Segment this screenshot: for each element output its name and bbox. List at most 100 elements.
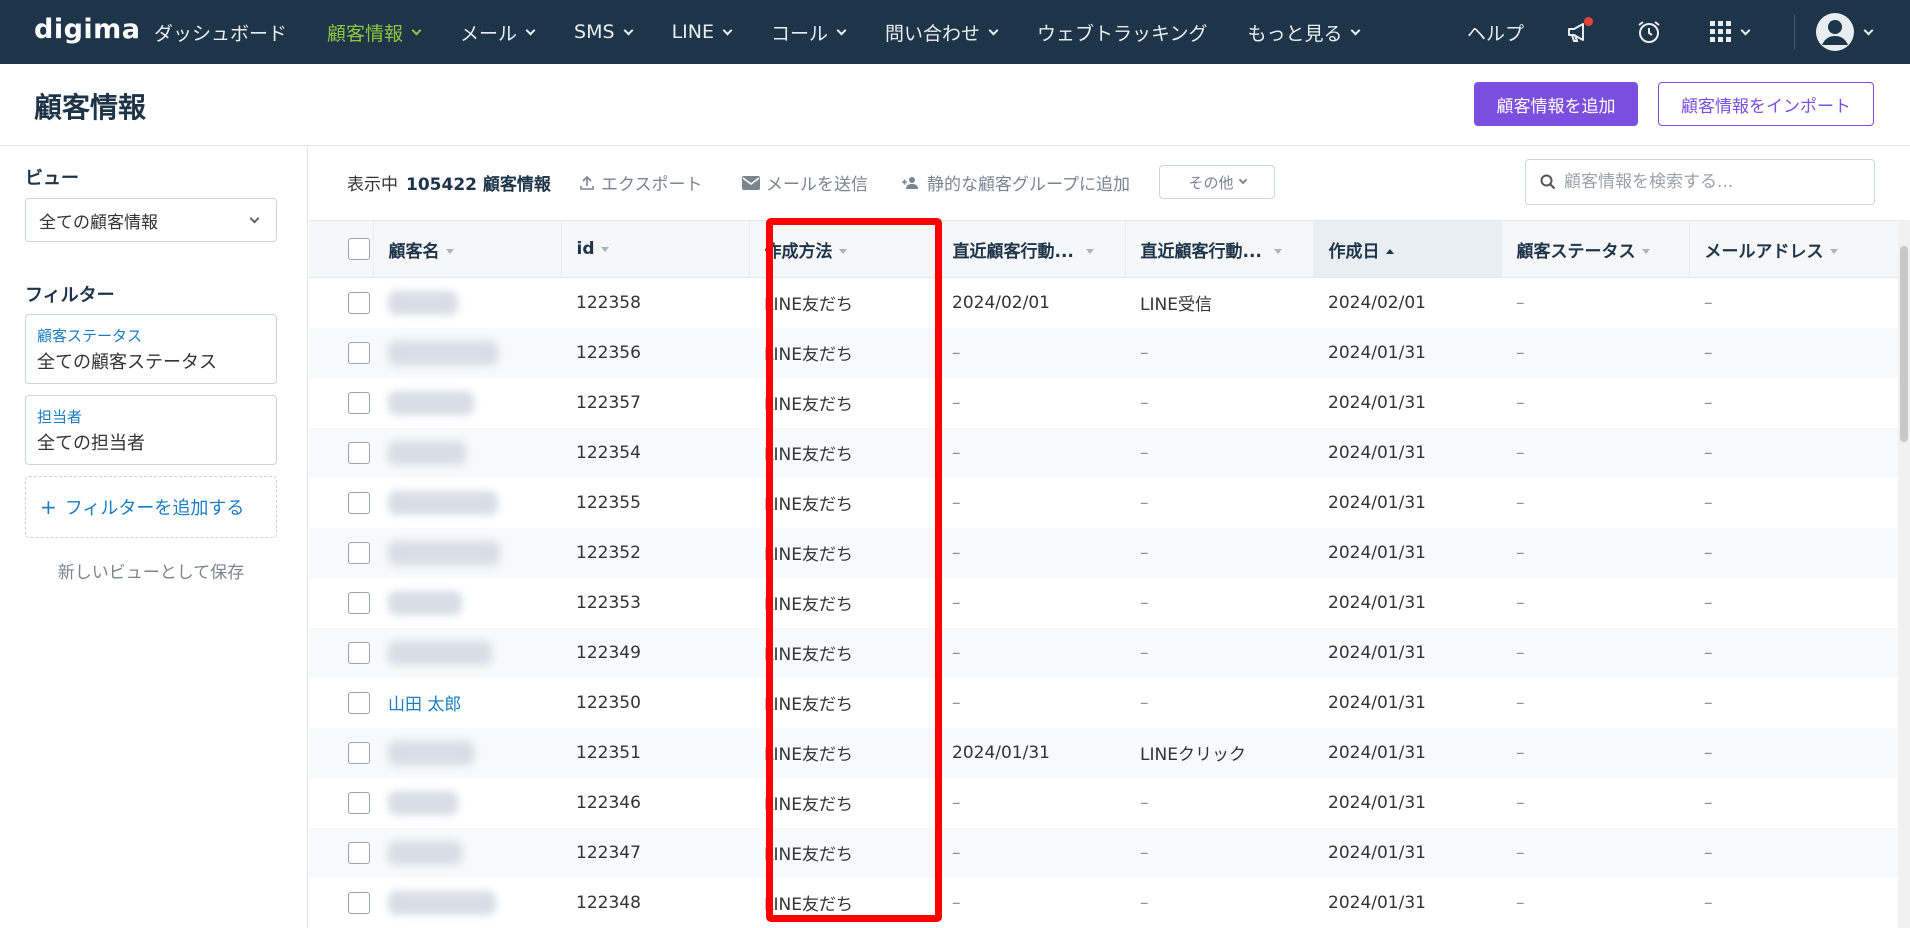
cell-name[interactable] [373,427,561,478]
add-customer-button[interactable]: 顧客情報を追加 [1474,82,1638,126]
cell-name[interactable] [373,778,561,828]
sidebar: ビュー 全ての顧客情報 フィルター 顧客ステータス 全ての顧客ステータス 担当者… [0,146,308,928]
col-header-last-action-date[interactable]: 直近顧客行動... [937,220,1126,278]
cell-last-action: – [1125,427,1313,478]
nav-item-6[interactable]: 問い合わせ [885,19,999,46]
cell-name[interactable] [373,378,561,428]
cell-id: 122350 [576,692,641,713]
nav-item-3[interactable]: SMS [574,21,634,43]
view-label: ビュー [25,168,79,189]
row-checkbox[interactable] [309,878,373,928]
row-checkbox[interactable] [309,278,373,328]
user-menu[interactable] [1815,12,1874,52]
row-checkbox[interactable] [309,327,373,378]
cell-id: 122351 [561,727,749,778]
cell-id: 122347 [561,827,749,878]
add-filter-button[interactable]: + フィルターを追加する [25,476,277,538]
col-header-created-date[interactable]: 作成日 [1313,220,1502,278]
row-checkbox[interactable] [309,578,373,628]
filter-customer-status[interactable]: 顧客ステータス 全ての顧客ステータス [25,314,277,384]
cell-email: – [1704,292,1713,313]
nav-item-5[interactable]: コール [771,19,847,46]
nav-item-0[interactable]: ダッシュボード [154,19,287,46]
filter-owner[interactable]: 担当者 全ての担当者 [25,395,277,465]
nav-item-4[interactable]: LINE [672,21,733,43]
add-to-group-button[interactable]: 静的な顧客グループに追加 [901,170,1130,195]
table-row[interactable]: 122346 LINE友だち – – 2024/01/31 – – [309,778,1901,828]
cell-name[interactable] [373,527,561,578]
cell-name[interactable] [373,878,561,928]
table-row[interactable]: 122355 LINE友だち – – 2024/01/31 – – [309,478,1901,528]
row-checkbox[interactable] [309,378,373,428]
col-header-email[interactable]: メールアドレス [1689,220,1901,278]
cell-last-action-date: – [952,392,961,413]
row-checkbox[interactable] [309,827,373,878]
save-view-link[interactable]: 新しいビューとして保存 [25,558,277,583]
col-header-name[interactable]: 顧客名 [373,220,562,278]
table-row[interactable]: 122347 LINE友だち – – 2024/01/31 – – [309,827,1901,878]
nav-item-7[interactable]: ウェブトラッキング [1037,19,1207,46]
col-header-last-action[interactable]: 直近顧客行動... [1125,220,1314,278]
cell-name[interactable]: 山田 太郎 [373,678,561,728]
search-input[interactable] [1564,172,1864,192]
table-row[interactable]: 122351 LINE友だち 2024/01/31 LINEクリック 2024/… [309,727,1901,778]
table-row[interactable]: 山田 太郎 122350 LINE友だち – – 2024/01/31 – – [309,678,1901,728]
nav-item-8[interactable]: もっと見る [1247,19,1361,46]
cell-status: – [1501,327,1689,378]
help-link[interactable]: ヘルプ [1467,19,1524,46]
table-row[interactable]: 122356 LINE友だち – – 2024/01/31 – – [309,327,1901,378]
nav-right: ヘルプ [1467,0,1910,64]
cell-last-action-date: – [952,492,961,513]
row-checkbox[interactable] [309,727,373,778]
row-checkbox[interactable] [309,678,373,728]
scrollbar-thumb[interactable] [1900,246,1908,442]
table-row[interactable]: 122353 LINE友だち – – 2024/01/31 – – [309,578,1901,628]
cell-name[interactable] [373,478,561,528]
cell-creation-method: LINE友だち [764,895,853,915]
row-checkbox[interactable] [309,778,373,828]
col-header-creation-method[interactable]: 作成方法 [749,220,938,278]
cell-last-action: – [1140,592,1149,613]
nav-item-2[interactable]: メール [460,19,536,46]
import-customer-button[interactable]: 顧客情報をインポート [1658,82,1874,126]
table-scrollbar[interactable] [1898,220,1910,928]
cell-name[interactable] [373,727,561,778]
row-checkbox[interactable] [309,478,373,528]
cell-email: – [1704,792,1713,813]
apps-grid-icon[interactable] [1704,17,1754,47]
cell-email: – [1689,427,1901,478]
table-row[interactable]: 122352 LINE友だち – – 2024/01/31 – – [309,527,1901,578]
col-header-status[interactable]: 顧客ステータス [1501,220,1690,278]
nav-item-1[interactable]: 顧客情報 [327,19,422,46]
row-checkbox[interactable] [309,427,373,478]
cell-name[interactable] [373,578,561,628]
chevron-down-icon [623,25,634,35]
customer-search[interactable] [1525,159,1875,205]
cell-name[interactable] [373,627,561,678]
digima-logo[interactable]: digima [34,14,141,45]
export-button[interactable]: エクスポート [579,170,703,195]
cell-name[interactable] [373,278,561,328]
table-row[interactable]: 122357 LINE友だち – – 2024/01/31 – – [309,378,1901,428]
chevron-down-icon [1238,175,1247,185]
more-dropdown[interactable]: その他 [1159,165,1275,199]
view-select[interactable]: 全ての顧客情報 [25,198,277,242]
cell-created-date: 2024/01/31 [1313,327,1501,378]
table-row[interactable]: 122348 LINE友だち – – 2024/01/31 – – [309,878,1901,928]
megaphone-icon[interactable] [1564,17,1594,47]
select-all-checkbox[interactable] [309,220,374,278]
row-checkbox[interactable] [309,627,373,678]
col-header-id[interactable]: id [561,220,750,278]
table-row[interactable]: 122354 LINE友だち – – 2024/01/31 – – [309,427,1901,478]
table-row[interactable]: 122349 LINE友だち – – 2024/01/31 – – [309,627,1901,678]
cell-name[interactable] [373,327,561,378]
cell-name[interactable] [373,827,561,878]
cell-id: 122346 [576,792,641,813]
table-row[interactable]: 122358 LINE友だち 2024/02/01 LINE受信 2024/02… [309,278,1901,328]
upload-icon [580,175,594,190]
customer-name-link[interactable]: 山田 太郎 [388,695,461,715]
alarm-clock-icon[interactable] [1634,17,1664,47]
send-mail-button[interactable]: メールを送信 [742,170,868,195]
cell-status: – [1516,892,1525,913]
row-checkbox[interactable] [309,527,373,578]
